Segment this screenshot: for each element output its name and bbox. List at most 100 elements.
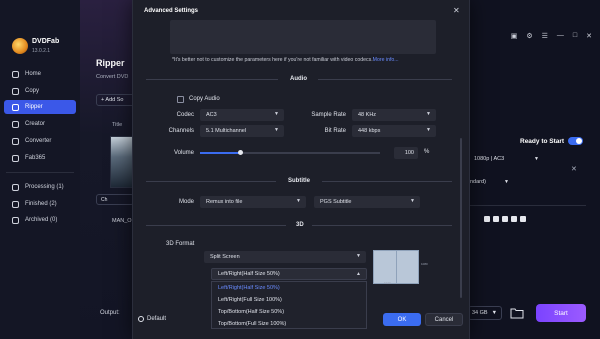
- three-d-format-select[interactable]: Split Screen ▼: [204, 251, 366, 263]
- cancel-button[interactable]: Cancel: [425, 313, 463, 326]
- subtitle-mode-select[interactable]: Remux into file ▼: [200, 196, 306, 208]
- volume-label: Volume: [173, 150, 194, 156]
- audio-track-select[interactable]: 1080p | AC3: [474, 156, 504, 162]
- volume-slider-handle[interactable]: [238, 150, 243, 155]
- dropdown-option[interactable]: Top/Bottom(Full Size 100%): [218, 321, 286, 327]
- sidebar-item-label: Fab365: [25, 155, 46, 161]
- home-icon: [12, 70, 19, 78]
- copy-audio-checkbox[interactable]: [177, 96, 184, 103]
- reset-icon: [138, 316, 144, 322]
- split-size-dropdown: Left/Right(Half Size 50%) Left/Right(Ful…: [211, 281, 367, 329]
- copy-audio-label: Copy Audio: [189, 96, 220, 102]
- dropdown-option[interactable]: Left/Right(Full Size 100%): [218, 297, 282, 303]
- maximize-icon[interactable]: □: [573, 32, 577, 40]
- title-column-header: Title: [112, 122, 123, 128]
- section-divider: [312, 225, 452, 226]
- sidebar-item-label: Home: [25, 71, 42, 77]
- edit-icon[interactable]: [493, 216, 499, 222]
- chevron-down-icon: ▼: [410, 198, 415, 204]
- subtitle-format-select[interactable]: PGS Subtitle ▼: [314, 196, 420, 208]
- converter-icon: [12, 137, 19, 145]
- sample-rate-select[interactable]: 48 KHz ▼: [352, 109, 436, 121]
- page-subtitle: Convert DVD: [96, 74, 129, 80]
- codec-warning-text: *It's better not to customize the parame…: [172, 57, 373, 63]
- chevron-down-icon: ▼: [426, 127, 431, 133]
- more-info-link[interactable]: More info...: [373, 57, 399, 63]
- dialog-scrollbar[interactable]: [460, 138, 462, 298]
- channels-value: 5.1 Multichannel: [206, 128, 247, 134]
- grid-icon[interactable]: ▣: [511, 32, 518, 40]
- sidebar-item-fab365[interactable]: Fab365: [4, 151, 76, 165]
- folder-icon[interactable]: [510, 307, 524, 319]
- section-divider: [318, 79, 452, 80]
- main-movie-label: MAN_O: [112, 218, 132, 224]
- close-icon[interactable]: ✕: [453, 6, 460, 15]
- chapter-button-label: Ch: [101, 196, 108, 203]
- chapter-button[interactable]: Ch: [96, 194, 134, 205]
- minimize-icon[interactable]: —: [557, 32, 564, 40]
- disk-space-value: 34 GB: [472, 310, 488, 316]
- mode-label: Mode: [178, 199, 194, 205]
- section-divider: [146, 225, 286, 226]
- volume-input[interactable]: 100: [394, 147, 418, 159]
- settings-icon[interactable]: ⚙: [526, 32, 532, 40]
- section-divider: [146, 79, 278, 80]
- sidebar-item-ripper[interactable]: Ripper: [4, 100, 76, 114]
- subtitle-format-value: PGS Subtitle: [320, 199, 352, 205]
- creator-icon: [12, 120, 19, 128]
- sidebar-item-processing[interactable]: Processing (1): [4, 180, 76, 194]
- codec-warning: *It's better not to customize the parame…: [172, 57, 399, 63]
- sidebar-item-creator[interactable]: Creator: [4, 117, 76, 131]
- sidebar-item-label: Finished (2): [25, 201, 57, 207]
- sidebar-item-copy[interactable]: Copy: [4, 84, 76, 98]
- subtitle-section-title: Subtitle: [288, 178, 310, 184]
- sidebar-item-finished[interactable]: Finished (2): [4, 197, 76, 211]
- custom-parameters-box[interactable]: [170, 20, 436, 54]
- bitrate-select[interactable]: 448 kbps ▼: [352, 125, 436, 137]
- dvd-cover-thumbnail: [110, 136, 134, 188]
- app-name: DVDFab: [32, 38, 60, 45]
- section-divider: [322, 181, 452, 182]
- archived-icon: [12, 216, 19, 224]
- copy-icon: [12, 87, 19, 95]
- sidebar-item-label: Creator: [25, 121, 46, 127]
- settings-icon[interactable]: [502, 216, 508, 222]
- chevron-down-icon: ▼: [491, 310, 498, 316]
- sidebar-item-converter[interactable]: Converter: [4, 134, 76, 148]
- sidebar-item-label: Archived (0): [25, 217, 58, 223]
- title-tool-icons: [484, 216, 526, 222]
- finished-icon: [12, 200, 19, 208]
- crop-icon[interactable]: [520, 216, 526, 222]
- ok-button[interactable]: OK: [383, 313, 421, 326]
- bitrate-label: Bit Rate: [324, 128, 346, 134]
- processing-icon: [12, 183, 19, 191]
- dropdown-option[interactable]: Top/Bottom(Half Size 50%): [218, 309, 284, 315]
- dropdown-option[interactable]: Left/Right(Half Size 50%): [218, 285, 280, 291]
- sidebar-item-label: Processing (1): [25, 184, 64, 190]
- close-icon[interactable]: ✕: [586, 32, 592, 40]
- play-icon[interactable]: [484, 216, 490, 222]
- codec-value: AC3: [206, 112, 217, 118]
- split-size-select[interactable]: Left/Right(Half Size 50%) ▲: [211, 268, 367, 280]
- subtitle-mode-value: Remux into file: [206, 199, 243, 205]
- start-button[interactable]: Start: [536, 304, 586, 322]
- add-source-button[interactable]: + Add So: [96, 94, 136, 106]
- sidebar-item-home[interactable]: Home: [4, 67, 76, 81]
- menu-icon[interactable]: ☰: [542, 32, 548, 40]
- channels-select[interactable]: 5.1 Multichannel ▼: [200, 125, 284, 137]
- ready-to-start-toggle[interactable]: [568, 137, 583, 145]
- sidebar-item-archived[interactable]: Archived (0): [4, 213, 76, 227]
- sample-rate-value: 48 KHz: [358, 112, 377, 118]
- remove-title-icon[interactable]: ✕: [571, 165, 577, 173]
- audio-section-title: Audio: [290, 76, 307, 82]
- disk-space-select[interactable]: 34 GB ▼: [468, 306, 502, 320]
- subtitle-track-select[interactable]: ndard): [470, 179, 486, 185]
- default-button[interactable]: Default: [138, 316, 166, 322]
- volume-unit: %: [424, 149, 430, 155]
- output-label: Output:: [100, 310, 120, 316]
- row-divider: [466, 205, 586, 206]
- codec-select[interactable]: AC3 ▼: [200, 109, 284, 121]
- codec-label: Codec: [176, 112, 194, 118]
- info-icon[interactable]: [511, 216, 517, 222]
- preview-split-line: [396, 251, 397, 283]
